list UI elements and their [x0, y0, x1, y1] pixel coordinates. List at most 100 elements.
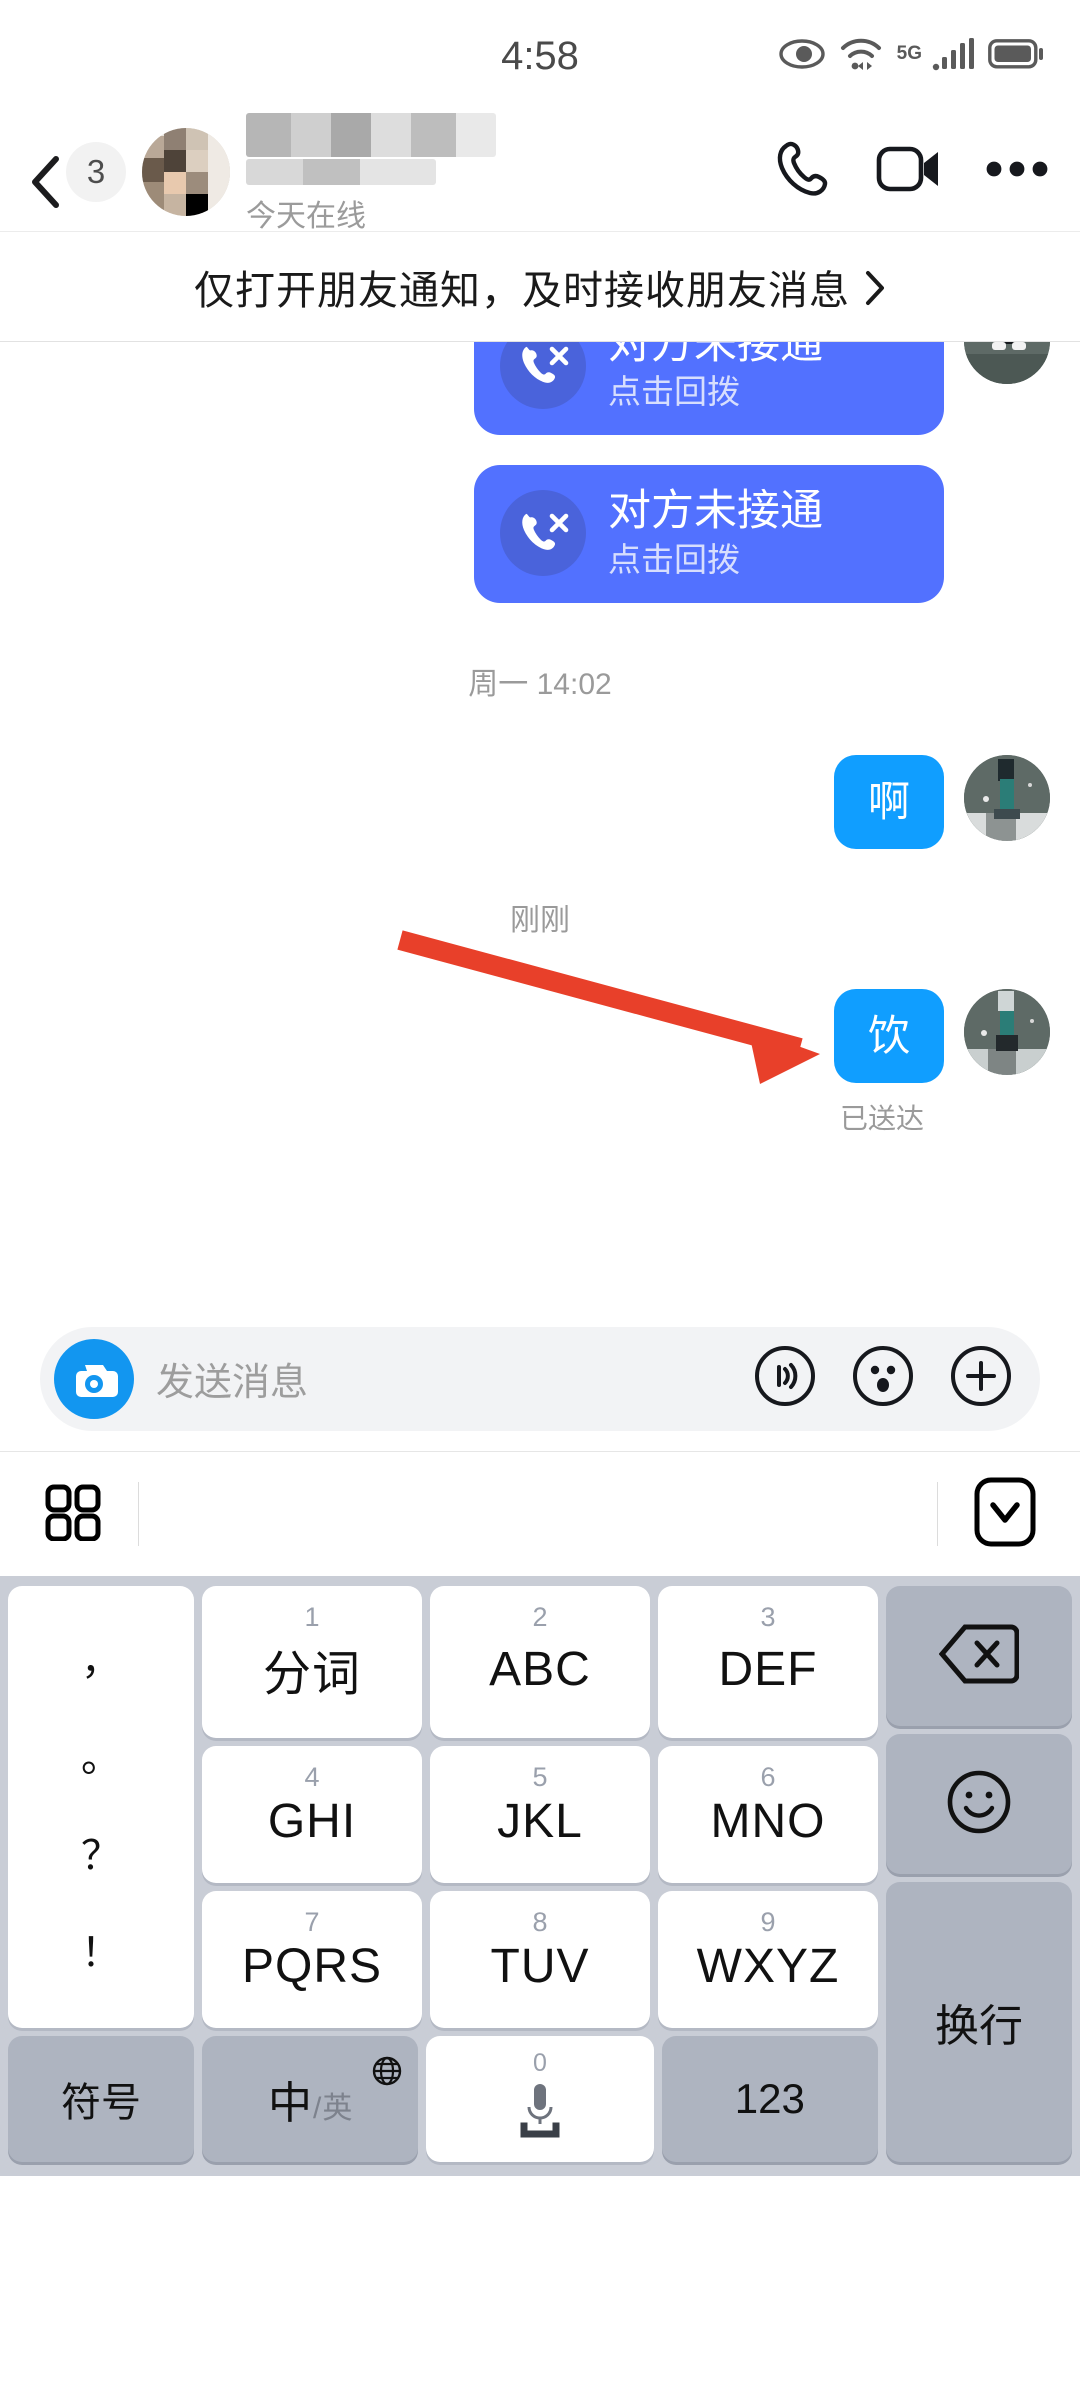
message-timestamp: 周一 14:02 [468, 667, 612, 701]
contact-avatar[interactable] [142, 127, 230, 216]
input-action-icons [754, 1345, 1012, 1412]
emoji-icon[interactable] [852, 1345, 914, 1412]
camera-icon[interactable] [54, 1338, 134, 1419]
punct-exclaim[interactable]: ！ [81, 1933, 121, 1973]
avatar[interactable] [964, 988, 1050, 1075]
key-number: 1 [304, 1602, 320, 1632]
voice-call-icon[interactable] [770, 138, 832, 205]
message-status-delivered: 已送达 [839, 1103, 924, 1135]
toolbar-divider-left [138, 1482, 139, 1546]
key-number: 9 [760, 1907, 776, 1937]
message-row: 对方未接通 点击回拨 [30, 465, 1050, 603]
punct-period[interactable]: 。 [81, 1738, 121, 1778]
message-row: 啊 [30, 754, 1050, 849]
punct-comma[interactable]: ， [81, 1641, 121, 1681]
keyboard-row: 1 分词 2 ABC 3 DEF [202, 1586, 878, 1738]
key-2[interactable]: 2 ABC [430, 1586, 650, 1738]
key-enter[interactable]: 换行 [886, 1882, 1072, 2162]
key-number: 3 [760, 1602, 776, 1632]
missed-call-icon [500, 490, 586, 577]
key-language-toggle[interactable]: 中 / 英 [202, 2036, 419, 2162]
keyboard-row: 4 GHI 5 JKL 6 MNO [202, 1746, 878, 1883]
missed-call-text: 对方未接通 点击回拨 [608, 487, 823, 578]
keyboard-left-column: ， 。 ？ ！ 符号 [8, 1586, 194, 2162]
contact-online-status: 今天在线 [246, 199, 366, 233]
keyboard-panel-grid-icon[interactable] [44, 1483, 102, 1546]
missed-call-subtitle: 点击回拨 [608, 373, 740, 411]
key-label: TUV [490, 1940, 590, 1993]
keyboard-main-area: 1 分词 2 ABC 3 DEF 4 GHI 5 JKL 6 MNO 7 PQR… [202, 1586, 878, 2162]
message-input[interactable]: 发送消息 [156, 1351, 754, 1406]
video-call-icon[interactable] [876, 143, 942, 200]
key-number: 4 [304, 1762, 320, 1792]
key-number: 6 [760, 1762, 776, 1792]
key-9[interactable]: 9 WXYZ [658, 1891, 878, 2028]
microphone-icon [512, 2080, 568, 2150]
add-more-icon[interactable] [950, 1345, 1012, 1412]
key-label: MNO [710, 1795, 826, 1848]
key-space[interactable]: 0 [426, 2036, 654, 2162]
avatar[interactable] [964, 754, 1050, 841]
unread-count-badge: 3 [66, 141, 126, 202]
key-label: JKL [497, 1795, 583, 1848]
lang-cn: 中 [268, 2079, 313, 2128]
key-label: ABC [489, 1642, 591, 1696]
friend-notification-banner[interactable]: 仅打开朋友通知，及时接收朋友消息 [0, 232, 1080, 342]
key-7[interactable]: 7 PQRS [202, 1891, 422, 2028]
network-type-label: 5G [896, 42, 922, 64]
emoji-icon [946, 1769, 1012, 1840]
backspace-icon [938, 1623, 1020, 1690]
missed-call-bubble[interactable]: 对方未接通 点击回拨 [474, 342, 944, 436]
chevron-left-icon [28, 155, 62, 208]
key-emoji[interactable] [886, 1734, 1072, 1874]
message-row: 饮 [30, 988, 1050, 1084]
punctuation-key[interactable]: ， 。 ？ ！ [8, 1586, 194, 2028]
key-number: 5 [532, 1762, 548, 1792]
outgoing-message-bubble[interactable]: 饮 [833, 988, 944, 1084]
keyboard-bottom-row: 中 / 英 0 123 [202, 2036, 878, 2162]
missed-call-title: 对方未接通 [608, 487, 823, 536]
key-label: DEF [718, 1642, 818, 1696]
key-3[interactable]: 3 DEF [658, 1586, 878, 1738]
key-label: WXYZ [696, 1940, 840, 1993]
contact-info: 今天在线 [246, 109, 770, 235]
key-label: 分词 [262, 1648, 361, 1701]
contact-name-redacted-line2 [246, 158, 436, 185]
key-1[interactable]: 1 分词 [202, 1586, 422, 1738]
key-4[interactable]: 4 GHI [202, 1746, 422, 1883]
key-6[interactable]: 6 MNO [658, 1746, 878, 1883]
hide-keyboard-icon[interactable] [974, 1477, 1036, 1552]
message-input-container[interactable]: 发送消息 [40, 1326, 1040, 1431]
message-row: 对方未接通 点击回拨 [30, 342, 1050, 436]
chat-header: 3 今天在线 [0, 109, 1080, 235]
missed-call-icon [500, 342, 586, 409]
key-5[interactable]: 5 JKL [430, 1746, 650, 1883]
outgoing-message-bubble[interactable]: 啊 [833, 754, 944, 849]
more-options-icon[interactable] [986, 160, 1048, 183]
back-button[interactable]: 3 [28, 141, 126, 208]
wifi-icon [839, 37, 883, 76]
chevron-right-icon [864, 270, 886, 305]
key-numbers[interactable]: 123 [661, 2036, 878, 2162]
key-label: PQRS [241, 1940, 383, 1993]
missed-call-subtitle: 点击回拨 [608, 540, 740, 578]
punct-question[interactable]: ？ [81, 1836, 121, 1876]
battery-icon [988, 38, 1044, 74]
key-number: 0 [533, 2048, 547, 2077]
message-list[interactable]: 对方未接通 点击回拨 对方未接通 点击回拨 周一 14:02 啊 刚刚 饮 已送… [0, 342, 1080, 1306]
globe-icon [372, 2048, 402, 2096]
avatar[interactable] [964, 342, 1050, 384]
missed-call-bubble[interactable]: 对方未接通 点击回拨 [474, 465, 944, 603]
eye-care-icon [778, 38, 825, 75]
key-number: 7 [304, 1907, 320, 1937]
keyboard-toolbar [0, 1452, 1080, 1576]
contact-name-redacted [246, 112, 496, 157]
message-timestamp: 刚刚 [510, 903, 570, 937]
message-input-bar: 发送消息 [0, 1306, 1080, 1452]
voice-message-icon[interactable] [754, 1345, 816, 1412]
key-symbols[interactable]: 符号 [8, 2036, 194, 2162]
lang-slash: / [313, 2092, 322, 2125]
key-backspace[interactable] [886, 1586, 1072, 1726]
key-8[interactable]: 8 TUV [430, 1891, 650, 2028]
t9-keyboard[interactable]: ， 。 ？ ！ 符号 1 分词 2 ABC 3 DEF 4 GHI 5 JKL … [0, 1576, 1080, 2176]
